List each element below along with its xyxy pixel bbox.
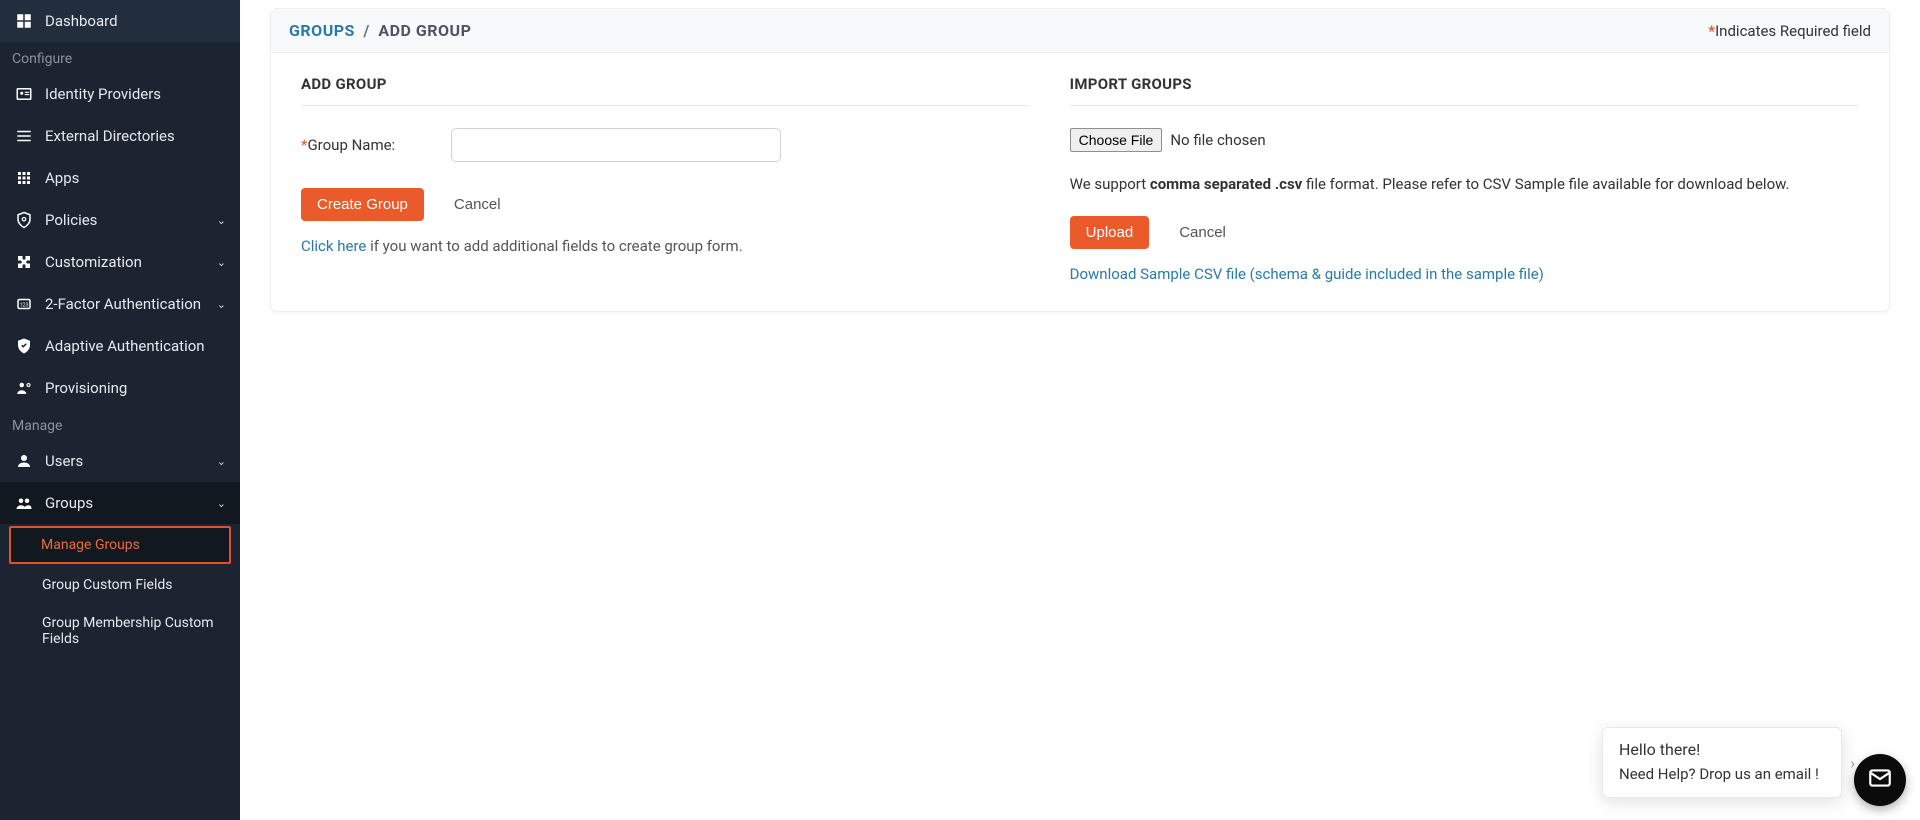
required-field-note: *Indicates Required field <box>1708 22 1871 40</box>
import-groups-panel: IMPORT GROUPS Choose File No file chosen… <box>1070 75 1859 283</box>
card-header: GROUPS / ADD GROUP *Indicates Required f… <box>271 9 1889 53</box>
mail-icon <box>1867 765 1893 795</box>
svg-text:123: 123 <box>20 302 29 308</box>
divider <box>301 105 1030 106</box>
import-groups-title: IMPORT GROUPS <box>1070 75 1859 93</box>
sidebar-item-identity-providers[interactable]: Identity Providers <box>0 73 240 115</box>
puzzle-icon <box>14 252 34 272</box>
add-group-panel: ADD GROUP *Group Name: Create Group Canc… <box>301 75 1030 283</box>
sidebar-item-apps[interactable]: Apps <box>0 157 240 199</box>
group-name-label: *Group Name: <box>301 136 451 154</box>
chevron-down-icon: ⌄ <box>217 497 226 510</box>
sidebar-item-adaptive-auth[interactable]: Adaptive Authentication <box>0 325 240 367</box>
chat-close-icon[interactable]: › <box>1850 753 1855 772</box>
sidebar-item-label: Policies <box>45 211 97 229</box>
sidebar-sub-label: Manage Groups <box>41 537 140 553</box>
upload-action-row: Upload Cancel <box>1070 216 1859 249</box>
help-text: Click here if you want to add additional… <box>301 237 1030 255</box>
chevron-down-icon: ⌄ <box>217 455 226 468</box>
sidebar-item-provisioning[interactable]: Provisioning <box>0 367 240 409</box>
sidebar-sub-label: Group Custom Fields <box>42 577 173 593</box>
sidebar-item-label: Users <box>45 452 83 470</box>
sidebar-item-two-factor[interactable]: 123 2-Factor Authentication ⌄ <box>0 283 240 325</box>
dashboard-icon <box>14 11 34 31</box>
sidebar-item-label: Dashboard <box>45 12 118 30</box>
sidebar-sub-label: Group Membership Custom Fields <box>42 615 214 647</box>
upload-button[interactable]: Upload <box>1070 216 1150 249</box>
sidebar-section-configure: Configure <box>0 42 240 73</box>
action-row: Create Group Cancel <box>301 188 1030 221</box>
breadcrumb-groups-link[interactable]: GROUPS <box>289 21 355 40</box>
id-card-icon <box>14 84 34 104</box>
sidebar-item-label: Adaptive Authentication <box>45 337 205 355</box>
divider <box>1070 105 1859 106</box>
sidebar-sub-group-custom-fields[interactable]: Group Custom Fields <box>0 566 240 604</box>
sidebar-item-external-directories[interactable]: External Directories <box>0 115 240 157</box>
users-gear-icon <box>14 378 34 398</box>
list-icon <box>14 126 34 146</box>
file-status: No file chosen <box>1170 131 1265 149</box>
add-group-title: ADD GROUP <box>301 75 1030 93</box>
keypad-icon: 123 <box>14 294 34 314</box>
chevron-down-icon: ⌄ <box>217 298 226 311</box>
sidebar-item-label: Identity Providers <box>45 85 161 103</box>
chevron-down-icon: ⌄ <box>217 214 226 227</box>
chevron-down-icon: ⌄ <box>217 256 226 269</box>
sidebar-sub-manage-groups[interactable]: Manage Groups <box>9 526 231 564</box>
group-name-input[interactable] <box>451 128 781 162</box>
create-group-button[interactable]: Create Group <box>301 188 424 221</box>
cancel-button[interactable]: Cancel <box>438 188 517 221</box>
sidebar-sub-group-membership-custom-fields[interactable]: Group Membership Custom Fields <box>0 604 240 658</box>
apps-grid-icon <box>14 168 34 188</box>
chat-popup: Hello there! Need Help? Drop us an email… <box>1602 727 1842 798</box>
sidebar-item-label: 2-Factor Authentication <box>45 295 201 313</box>
sidebar-item-label: Apps <box>45 169 79 187</box>
sidebar-item-label: Provisioning <box>45 379 127 397</box>
chat-help-text: Need Help? Drop us an email ! <box>1619 765 1825 783</box>
support-text: We support comma separated .csv file for… <box>1070 174 1859 196</box>
sidebar-item-label: Customization <box>45 253 142 271</box>
chat-greeting: Hello there! <box>1619 740 1825 759</box>
breadcrumb-current: ADD GROUP <box>378 21 471 40</box>
sidebar-item-policies[interactable]: Policies ⌄ <box>0 199 240 241</box>
main-content: GROUPS / ADD GROUP *Indicates Required f… <box>240 0 1920 820</box>
users-group-icon <box>14 493 34 513</box>
sidebar-item-dashboard[interactable]: Dashboard <box>0 0 240 42</box>
choose-file-button[interactable]: Choose File <box>1070 128 1163 152</box>
sidebar-item-users[interactable]: Users ⌄ <box>0 440 240 482</box>
sidebar-item-label: External Directories <box>45 127 175 145</box>
user-icon <box>14 451 34 471</box>
breadcrumb: GROUPS / ADD GROUP <box>289 21 471 40</box>
click-here-link[interactable]: Click here <box>301 237 366 255</box>
file-row: Choose File No file chosen <box>1070 128 1859 152</box>
sidebar-section-manage: Manage <box>0 409 240 440</box>
sidebar-item-customization[interactable]: Customization ⌄ <box>0 241 240 283</box>
card: GROUPS / ADD GROUP *Indicates Required f… <box>270 8 1890 312</box>
download-sample-link[interactable]: Download Sample CSV file (schema & guide… <box>1070 265 1544 283</box>
shield-check-icon <box>14 336 34 356</box>
card-body: ADD GROUP *Group Name: Create Group Canc… <box>271 53 1889 311</box>
group-name-row: *Group Name: <box>301 128 1030 162</box>
upload-cancel-button[interactable]: Cancel <box>1163 216 1242 249</box>
sidebar-item-groups[interactable]: Groups ⌄ <box>0 482 240 524</box>
sidebar-item-label: Groups <box>45 494 93 512</box>
shield-search-icon <box>14 210 34 230</box>
breadcrumb-separator: / <box>363 21 369 40</box>
sidebar: Dashboard Configure Identity Providers E… <box>0 0 240 820</box>
chat-fab-button[interactable] <box>1854 754 1906 806</box>
